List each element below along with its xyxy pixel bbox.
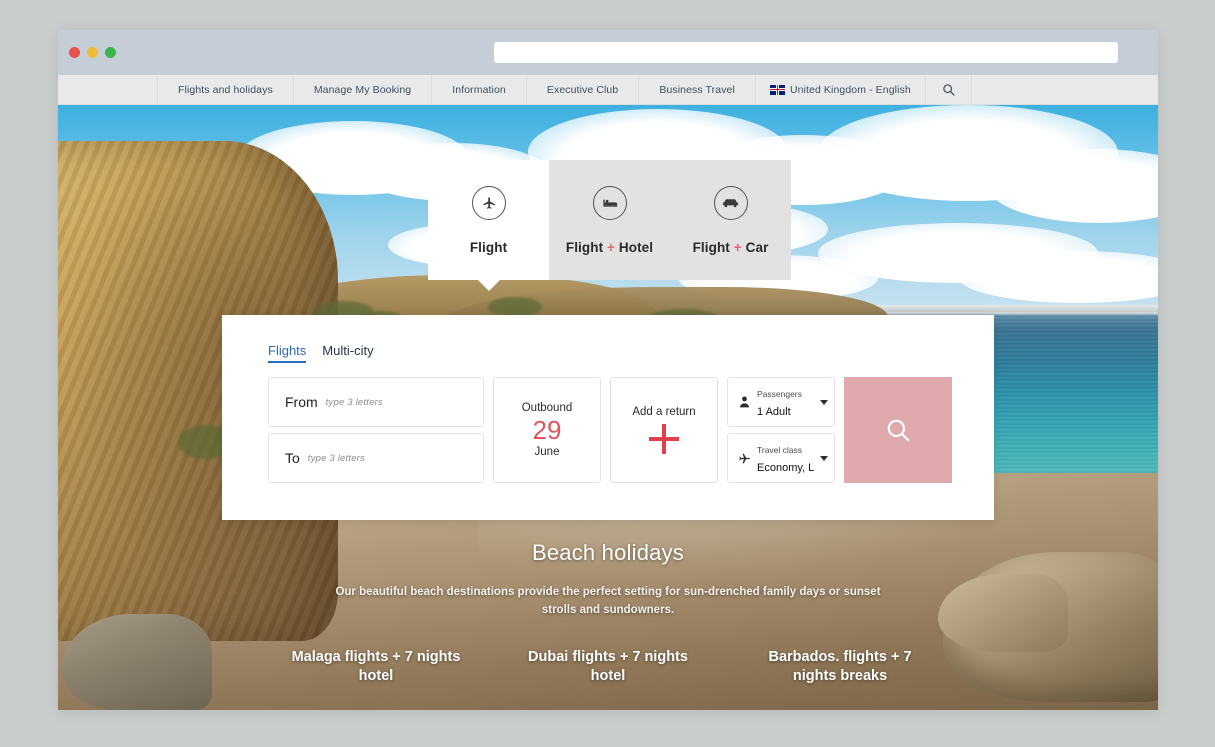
- to-field[interactable]: To type 3 letters: [268, 433, 484, 483]
- nav-right-spacer: [972, 75, 1158, 104]
- tab-multi-city[interactable]: Multi-city: [322, 343, 373, 363]
- nav-label: Business Travel: [659, 83, 735, 96]
- search-icon: [887, 419, 910, 442]
- plane-icon: [471, 185, 506, 220]
- passengers-label: Passengers: [757, 389, 802, 399]
- nav-label: Information: [452, 83, 506, 96]
- browser-chrome: [58, 30, 1158, 75]
- passengers-value: 1 Adult: [757, 406, 791, 418]
- product-tab-flight-hotel[interactable]: Flight + Hotel: [549, 160, 670, 280]
- to-placeholder: type 3 letters: [307, 452, 365, 464]
- car-icon: [713, 185, 748, 220]
- region-label: United Kingdom - English: [789, 83, 911, 96]
- promo-link-dubai[interactable]: Dubai flights + 7 nights hotel: [519, 648, 697, 686]
- promo-link-malaga[interactable]: Malaga flights + 7 nights hotel: [287, 648, 465, 686]
- outbound-month: June: [534, 446, 560, 459]
- outbound-day: 29: [532, 414, 562, 445]
- site-navigation: Flights and holidays Manage My Booking I…: [58, 75, 1158, 105]
- nav-label: Executive Club: [546, 83, 619, 96]
- add-return-field[interactable]: Add a return: [610, 377, 718, 483]
- nav-search-button[interactable]: [926, 75, 972, 104]
- promo-subtitle: Our beautiful beach destinations provide…: [335, 586, 881, 616]
- person-icon: [737, 396, 751, 408]
- promo-links: Malaga flights + 7 nights hotel Dubai fl…: [58, 648, 1158, 686]
- travel-class-label: Travel class: [757, 445, 803, 455]
- product-tab-flight[interactable]: Flight: [428, 160, 549, 280]
- travel-class-texts: Travel class Economy, L: [757, 440, 814, 476]
- plus-separator: +: [733, 239, 742, 255]
- chevron-down-icon: [820, 455, 828, 461]
- hero-section: Flight Flight + Hotel Flight + Car Fligh…: [58, 105, 1158, 710]
- hotel-icon: [592, 185, 627, 220]
- product-type-tabs: Flight Flight + Hotel Flight + Car: [428, 160, 791, 280]
- selectors-column: Passengers 1 Adult Travel class Economy,…: [727, 377, 835, 483]
- travel-class-value: Economy, L: [757, 462, 814, 474]
- product-tab-label: Flight + Hotel: [565, 239, 654, 255]
- from-field[interactable]: From type 3 letters: [268, 377, 484, 427]
- outbound-caption: Outbound: [521, 401, 573, 414]
- promo-link-barbados[interactable]: Barbados. flights + 7 nights breaks: [751, 648, 929, 686]
- travel-class-select[interactable]: Travel class Economy, L: [727, 433, 835, 483]
- traffic-lights: [69, 47, 116, 58]
- to-label: To: [285, 450, 300, 466]
- passengers-select[interactable]: Passengers 1 Adult: [727, 377, 835, 427]
- add-return-caption: Add a return: [632, 406, 696, 418]
- nav-item-flights-and-holidays[interactable]: Flights and holidays: [158, 75, 294, 104]
- outbound-date-field[interactable]: Outbound 29 June: [493, 377, 601, 483]
- product-tab-flight-car[interactable]: Flight + Car: [670, 160, 791, 280]
- url-input[interactable]: [494, 42, 1118, 63]
- tab-flights[interactable]: Flights: [268, 343, 307, 363]
- promo-title: Beach holidays: [531, 540, 684, 565]
- maximize-window-button[interactable]: [105, 47, 116, 58]
- nav-item-manage-my-booking[interactable]: Manage My Booking: [294, 75, 433, 104]
- nav-label: Manage My Booking: [313, 83, 412, 96]
- nav-left-spacer: [58, 75, 158, 104]
- search-flights-button[interactable]: [844, 377, 952, 483]
- flight-search-card: Flights Multi-city From type 3 letters T…: [222, 315, 994, 520]
- from-placeholder: type 3 letters: [325, 396, 383, 408]
- promo-section: Beach holidays Our beautiful beach desti…: [58, 540, 1158, 686]
- search-card-tabs: Flights Multi-city: [222, 315, 994, 363]
- close-window-button[interactable]: [69, 47, 80, 58]
- passengers-texts: Passengers 1 Adult: [757, 384, 814, 420]
- plane-icon: [737, 452, 751, 465]
- plus-icon: [649, 424, 679, 454]
- product-tab-label: Flight + Car: [692, 239, 769, 255]
- origin-destination-column: From type 3 letters To type 3 letters: [268, 377, 484, 483]
- nav-label: Flights and holidays: [178, 83, 273, 96]
- uk-flag-icon: [769, 84, 785, 95]
- scrub-bush: [488, 297, 542, 317]
- minimize-window-button[interactable]: [87, 47, 98, 58]
- chevron-down-icon: [820, 399, 828, 405]
- search-fields-row: From type 3 letters To type 3 letters Ou…: [222, 363, 994, 483]
- product-tab-label: Flight: [469, 239, 508, 255]
- from-label: From: [285, 394, 318, 410]
- nav-item-information[interactable]: Information: [432, 75, 527, 104]
- browser-window: Flights and holidays Manage My Booking I…: [58, 30, 1158, 710]
- nav-item-region-selector[interactable]: United Kingdom - English: [756, 75, 926, 104]
- nav-item-executive-club[interactable]: Executive Club: [527, 75, 640, 104]
- plus-separator: +: [607, 239, 616, 255]
- search-icon: [943, 84, 955, 96]
- nav-item-business-travel[interactable]: Business Travel: [639, 75, 756, 104]
